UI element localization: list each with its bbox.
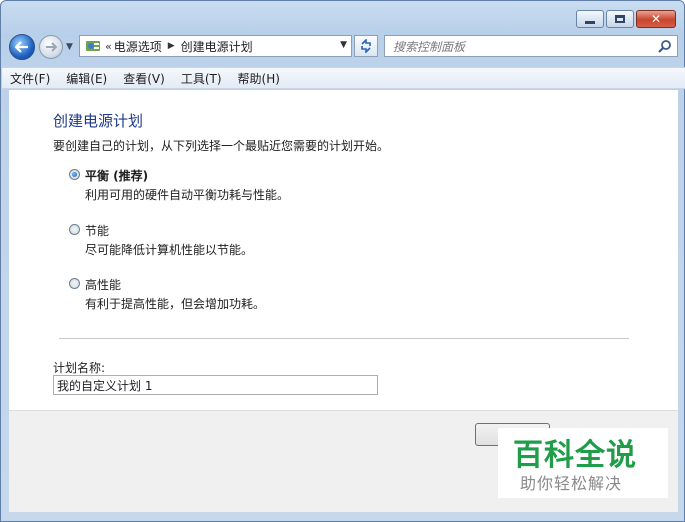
arrow-left-icon bbox=[15, 41, 28, 53]
navigation-bar: ▼ « 电源选项 ▶ 创建电源计划 ▼ bbox=[9, 34, 679, 60]
radio-power-saver[interactable] bbox=[69, 224, 80, 235]
minimize-button[interactable] bbox=[576, 10, 604, 28]
caption-buttons: ✕ bbox=[576, 10, 676, 28]
control-panel-icon bbox=[86, 41, 100, 51]
watermark-title: 百科全说 bbox=[513, 438, 637, 473]
refresh-icon bbox=[361, 39, 371, 53]
refresh-button[interactable] bbox=[354, 35, 378, 57]
plan-name-field[interactable] bbox=[53, 375, 378, 395]
radio-high-performance[interactable] bbox=[69, 278, 80, 289]
radio-balanced[interactable] bbox=[69, 169, 80, 180]
option-high-performance-description: 有利于提高性能，但会增加功耗。 bbox=[85, 297, 266, 311]
window-frame: ✕ ▼ « 电源选项 ▶ 创建电源计划 ▼ 搜索控制面板 文件(F) 编辑(E)… bbox=[0, 0, 685, 522]
search-box[interactable] bbox=[384, 35, 678, 57]
divider bbox=[59, 338, 629, 339]
breadcrumb-create-plan[interactable]: 创建电源计划 bbox=[181, 38, 253, 55]
maximize-icon bbox=[615, 15, 625, 23]
close-icon: ✕ bbox=[650, 12, 662, 26]
menu-view[interactable]: 查看(V) bbox=[123, 70, 165, 87]
option-power-saver-label[interactable]: 节能 bbox=[85, 222, 109, 239]
option-power-saver-description: 尽可能降低计算机性能以节能。 bbox=[85, 243, 254, 257]
address-dropdown-icon[interactable]: ▼ bbox=[340, 40, 347, 50]
breadcrumb-overflow-icon[interactable]: « bbox=[105, 40, 112, 53]
menu-help[interactable]: 帮助(H) bbox=[238, 70, 280, 87]
option-balanced-description: 利用可用的硬件自动平衡功耗与性能。 bbox=[85, 188, 290, 202]
maximize-button[interactable] bbox=[606, 10, 634, 28]
page-title: 创建电源计划 bbox=[53, 112, 144, 130]
search-input[interactable] bbox=[391, 37, 655, 57]
plan-name-label: 计划名称: bbox=[53, 361, 106, 375]
menu-file[interactable]: 文件(F) bbox=[10, 70, 50, 87]
menu-edit[interactable]: 编辑(E) bbox=[66, 70, 107, 87]
address-bar[interactable]: « 电源选项 ▶ 创建电源计划 ▼ bbox=[79, 35, 352, 57]
recent-pages-dropdown[interactable]: ▼ bbox=[66, 42, 73, 52]
menu-tools[interactable]: 工具(T) bbox=[181, 70, 222, 87]
watermark-logo: 百科全说 助你轻松解决 bbox=[498, 428, 668, 498]
watermark-subtitle: 助你轻松解决 bbox=[520, 474, 623, 493]
breadcrumb-power-options[interactable]: 电源选项 bbox=[114, 38, 162, 55]
search-icon[interactable] bbox=[658, 39, 672, 53]
arrow-right-icon bbox=[46, 42, 57, 52]
menu-bar: 文件(F) 编辑(E) 查看(V) 工具(T) 帮助(H) bbox=[2, 67, 685, 89]
forward-button[interactable] bbox=[39, 35, 63, 59]
back-button[interactable] bbox=[9, 34, 35, 60]
breadcrumb-separator-icon[interactable]: ▶ bbox=[168, 41, 175, 51]
close-button[interactable]: ✕ bbox=[636, 10, 676, 28]
page-description: 要创建自己的计划，从下列选择一个最贴近您需要的计划开始。 bbox=[53, 139, 390, 153]
option-high-performance-label[interactable]: 高性能 bbox=[85, 276, 121, 293]
minimize-icon bbox=[585, 20, 595, 24]
option-balanced-label[interactable]: 平衡 (推荐) bbox=[85, 167, 148, 184]
